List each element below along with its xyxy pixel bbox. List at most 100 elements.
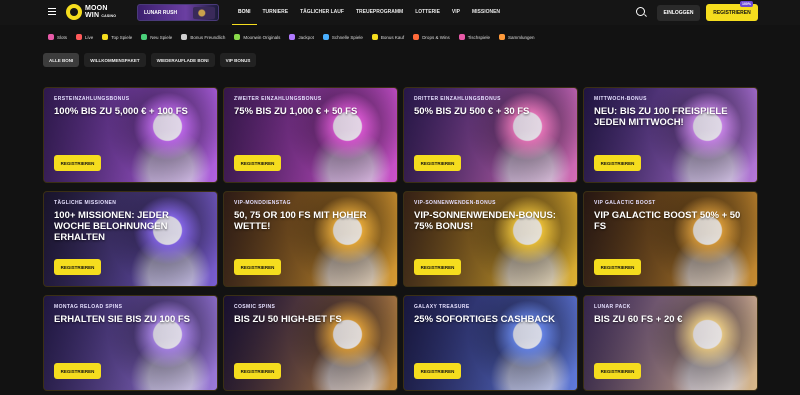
bonus-card[interactable]: VIP GALACTIC BOOST VIP GALACTIC BOOST 50%… bbox=[583, 191, 758, 287]
bonus-card-register-button[interactable]: REGISTRIEREN bbox=[234, 155, 281, 171]
bonus-card-register-button[interactable]: REGISTRIEREN bbox=[234, 259, 281, 275]
category-icon bbox=[48, 34, 54, 40]
category-icon bbox=[413, 34, 420, 40]
category-item[interactable]: Sammlungen bbox=[499, 34, 535, 40]
bonus-card-headline: 50, 75 OR 100 FS MIT HOHER WETTE! bbox=[234, 210, 367, 232]
bonus-card[interactable]: MONTAG RELOAD SPINS ERHALTEN SIE BIS ZU 1… bbox=[43, 295, 218, 391]
bonus-card-register-button[interactable]: REGISTRIEREN bbox=[414, 363, 461, 379]
promo-banner-label: LUNAR RUSH bbox=[144, 10, 178, 16]
bonus-card-register-button[interactable]: REGISTRIEREN bbox=[54, 363, 101, 379]
filter-tab[interactable]: VIP BONUS bbox=[219, 53, 257, 67]
bonus-card[interactable]: VIP-MONDDIENSTAG 50, 75 OR 100 FS MIT HOH… bbox=[223, 191, 398, 287]
bonus-card-label: VIP-MONDDIENSTAG bbox=[234, 200, 291, 206]
bonus-card[interactable]: TÄGLICHE MISSIONEN 100+ MISSIONEN: JEDER … bbox=[43, 191, 218, 287]
nav-item[interactable]: TÄGLICHER LAUF bbox=[294, 0, 350, 25]
category-item[interactable]: Bonus Freundlich bbox=[181, 34, 225, 40]
category-item[interactable]: Slots bbox=[48, 34, 67, 40]
nav-item[interactable]: TREUEPROGRAMM bbox=[350, 0, 409, 25]
category-icon bbox=[181, 34, 188, 40]
nav-item[interactable]: TURNIERE bbox=[257, 0, 295, 25]
bonus-card-headline: 25% SOFORTIGES CASHBACK bbox=[414, 314, 555, 325]
category-item[interactable]: Top Spiele bbox=[102, 34, 132, 40]
category-label: Sammlungen bbox=[508, 34, 535, 40]
login-button[interactable]: EINLOGGEN bbox=[657, 5, 700, 21]
bonus-card-label: VIP-SONNENWENDEN-BONUS bbox=[414, 200, 496, 206]
category-item[interactable]: Bonus Kauf bbox=[371, 34, 405, 40]
bonus-card-headline: NEU: BIS ZU 100 FREISPIELE JEDEN MITTWOC… bbox=[594, 106, 728, 128]
category-label: Live bbox=[85, 34, 94, 40]
category-label: Neu Spiele bbox=[150, 34, 173, 40]
category-bar: Slots Live Top Spiele Neu Spiele Bonus Freun… bbox=[0, 27, 800, 47]
lunar-rush-banner[interactable]: LUNAR RUSH bbox=[137, 4, 219, 21]
bonus-card-headline: 100% BIS ZU 5,000 € + 100 FS bbox=[54, 106, 188, 117]
nav-item[interactable]: VIP bbox=[446, 0, 466, 25]
category-icon bbox=[141, 34, 148, 40]
bonus-card-label: TÄGLICHE MISSIONEN bbox=[54, 200, 117, 206]
category-item[interactable]: Neu Spiele bbox=[141, 34, 172, 40]
bonus-card-headline: BIS ZU 50 HIGH-BET FS bbox=[234, 314, 342, 325]
bonus-card-headline: 75% BIS ZU 1,000 € + 50 FS bbox=[234, 106, 358, 117]
bonus-card[interactable]: GALAXY TREASURE 25% SOFORTIGES CASHBACK RE… bbox=[403, 295, 578, 391]
bonus-card-register-button[interactable]: REGISTRIEREN bbox=[414, 259, 461, 275]
bonus-card-headline: VIP-SONNENWENDEN-BONUS: 75% BONUS! bbox=[414, 210, 556, 232]
category-label: Moonwin Originals bbox=[243, 34, 281, 40]
category-label: Schnelle Spiele bbox=[331, 34, 363, 40]
category-item[interactable]: Live bbox=[76, 34, 93, 40]
bonus-card-register-button[interactable]: REGISTRIEREN bbox=[594, 155, 641, 171]
bonus-filters: ALLE BONI WILLKOMMENSPAKET WIEDERAUFLADE B… bbox=[43, 53, 261, 67]
menu-icon[interactable] bbox=[48, 8, 56, 15]
bonus-card[interactable]: MITTWOCH-BONUS NEU: BIS ZU 100 FREISPIELE… bbox=[583, 87, 758, 183]
logo-text: MOON WIN CASINO bbox=[85, 4, 117, 19]
category-label: Jackpot bbox=[298, 34, 314, 40]
bonus-card-register-button[interactable]: REGISTRIEREN bbox=[594, 363, 641, 379]
category-label: Tischspiele bbox=[467, 34, 491, 40]
bonus-card[interactable]: COSMIC SPINS BIS ZU 50 HIGH-BET FS REGISTR… bbox=[223, 295, 398, 391]
bonus-card-label: ERSTEINZAHLUNGSBONUS bbox=[54, 96, 130, 102]
category-item[interactable]: Jackpot bbox=[289, 34, 314, 40]
bonus-card-label: VIP GALACTIC BOOST bbox=[594, 200, 656, 206]
bonus-card-label: LUNAR PACK bbox=[594, 304, 631, 310]
bonus-card-register-button[interactable]: REGISTRIEREN bbox=[234, 363, 281, 379]
category-icon bbox=[102, 34, 109, 40]
category-label: Bonus Kauf bbox=[380, 34, 405, 40]
bonus-card[interactable]: ZWEITER EINZAHLUNGSBONUS 75% BIS ZU 1,000… bbox=[223, 87, 398, 183]
promo-banner-image bbox=[193, 7, 215, 19]
bonus-card-label: MITTWOCH-BONUS bbox=[594, 96, 647, 102]
nav-item[interactable]: LOTTERIE bbox=[409, 0, 446, 25]
register-badge: 100% bbox=[740, 1, 753, 7]
filter-tab[interactable]: WIEDERAUFLADE BONI bbox=[150, 53, 215, 67]
bonus-card-register-button[interactable]: REGISTRIEREN bbox=[594, 259, 641, 275]
category-icon bbox=[322, 34, 329, 40]
bonus-card-register-button[interactable]: REGISTRIEREN bbox=[414, 155, 461, 171]
bonus-card-label: COSMIC SPINS bbox=[234, 304, 276, 310]
bonus-card[interactable]: VIP-SONNENWENDEN-BONUS VIP-SONNENWENDEN-B… bbox=[403, 191, 578, 287]
category-icon bbox=[234, 34, 241, 40]
category-item[interactable]: Moonwin Originals bbox=[234, 34, 280, 40]
filter-tab[interactable]: ALLE BONI bbox=[43, 53, 80, 67]
category-item[interactable]: Tischspiele bbox=[458, 34, 491, 40]
logo[interactable]: MOON WIN CASINO bbox=[66, 4, 116, 20]
category-icon bbox=[289, 34, 296, 40]
nav-item[interactable]: BONI bbox=[232, 0, 257, 25]
bonus-card-label: GALAXY TREASURE bbox=[414, 304, 470, 310]
bonus-card-label: MONTAG RELOAD SPINS bbox=[54, 304, 123, 310]
bonus-card-register-button[interactable]: REGISTRIEREN bbox=[54, 259, 101, 275]
category-item[interactable]: Schnelle Spiele bbox=[322, 34, 363, 40]
bonus-card[interactable]: ERSTEINZAHLUNGSBONUS 100% BIS ZU 5,000 € … bbox=[43, 87, 218, 183]
bonus-card-headline: 100+ MISSIONEN: JEDER WOCHE BELOHNUNGEN … bbox=[54, 210, 169, 243]
category-item[interactable]: Drops & Wins bbox=[413, 34, 450, 40]
category-label: Drops & Wins bbox=[422, 34, 450, 40]
bonus-card-headline: 50% BIS ZU 500 € + 30 FS bbox=[414, 106, 530, 117]
category-label: Top Spiele bbox=[111, 34, 133, 40]
bonus-card-headline: BIS ZU 60 FS + 20 € bbox=[594, 314, 683, 325]
bonus-card-register-button[interactable]: REGISTRIEREN bbox=[54, 155, 101, 171]
bonus-card-label: DRITTER EINZAHLUNGSBONUS bbox=[414, 96, 501, 102]
bonus-card[interactable]: DRITTER EINZAHLUNGSBONUS 50% BIS ZU 500 €… bbox=[403, 87, 578, 183]
filter-tab[interactable]: WILLKOMMENSPAKET bbox=[84, 53, 146, 67]
nav-item[interactable]: MISSIONEN bbox=[466, 0, 506, 25]
category-label: Bonus Freundlich bbox=[190, 34, 226, 40]
bonus-card-label: ZWEITER EINZAHLUNGSBONUS bbox=[234, 96, 322, 102]
bonus-card[interactable]: LUNAR PACK BIS ZU 60 FS + 20 € REGISTRIERE… bbox=[583, 295, 758, 391]
search-icon[interactable] bbox=[636, 7, 645, 16]
category-icon bbox=[499, 34, 506, 40]
